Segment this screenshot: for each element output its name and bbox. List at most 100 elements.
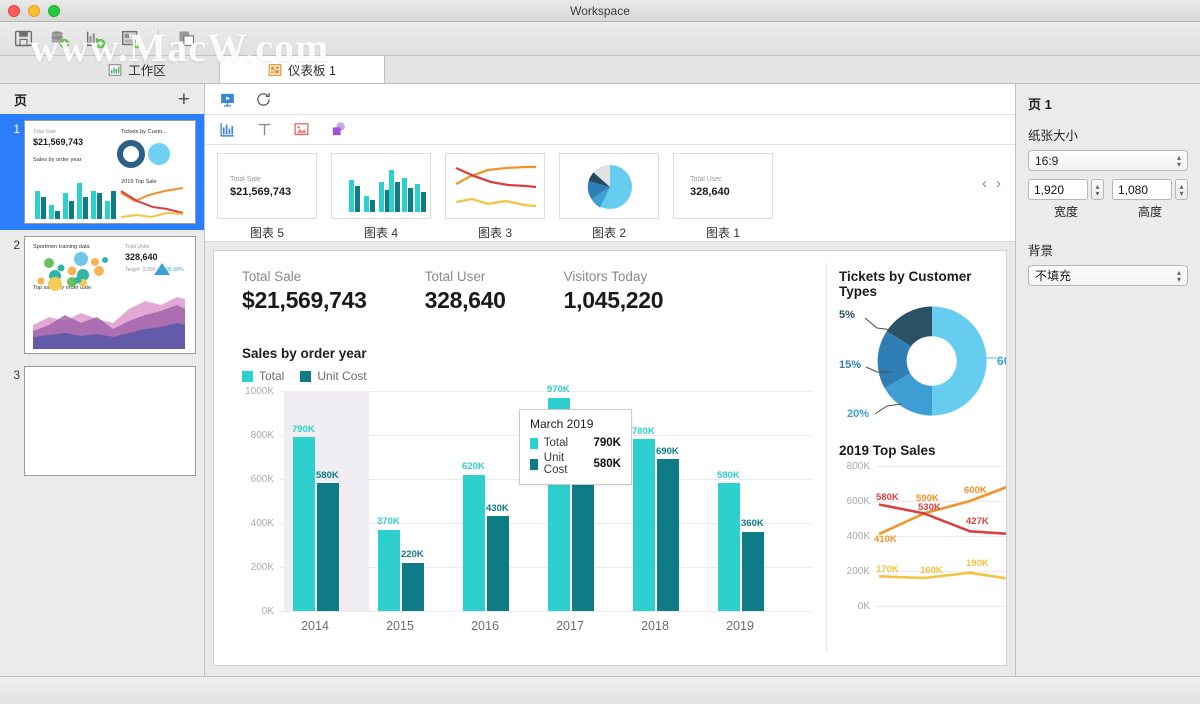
inspector-panel: 页 1 纸张大小 16:9 ▴▾ 1,920 ▴▾ 宽度 1,080 ▴▾ — [1015, 84, 1200, 676]
gallery-nav: ‹ › — [982, 175, 1001, 192]
line-label-yellow-3: 190K — [966, 558, 989, 569]
save-icon[interactable] — [10, 26, 36, 52]
dashboard-canvas[interactable]: Total Sale $21,569,743 Total User 328,64… — [213, 250, 1007, 666]
minimize-button[interactable] — [28, 5, 40, 17]
height-stepper-arrows[interactable]: ▴ ▾ — [1175, 179, 1188, 200]
bar-chart-legend: Total Unit Cost — [242, 369, 367, 383]
thumb-1-graphics — [35, 140, 184, 219]
add-page-button[interactable]: + — [178, 89, 190, 110]
kpi-total-user: Total User 328,640 — [425, 269, 506, 314]
gallery-next-button[interactable]: › — [996, 175, 1001, 192]
bar-unitcost-2018[interactable] — [657, 459, 679, 611]
height-input[interactable]: 1,080 — [1112, 179, 1172, 200]
chart-icon[interactable] — [217, 120, 237, 140]
maximize-button[interactable] — [48, 5, 60, 17]
gallery-card-chart-4[interactable]: 图表 4 — [331, 153, 431, 241]
tooltip-series-value: 790K — [593, 437, 622, 449]
tooltip-row-unit-cost: Unit Cost 580K — [530, 452, 621, 476]
page-item-1[interactable]: 1 Total Sale $21,569,743 Sales by order … — [0, 114, 204, 230]
tooltip-swatch — [530, 437, 538, 449]
bar-unitcost-2016[interactable] — [487, 516, 509, 611]
gallery-thumb-bar — [331, 153, 431, 219]
bar-total-2019[interactable] — [718, 483, 740, 611]
kpi-value: $21,569,743 — [242, 287, 367, 313]
status-bar — [0, 676, 1200, 704]
background-select[interactable]: 不填充 ▴ ▾ — [1028, 265, 1188, 286]
bar-unitcost-2017[interactable] — [572, 483, 594, 611]
background-label: 背景 — [1028, 244, 1054, 258]
legend-item-unit-cost: Unit Cost — [300, 369, 367, 383]
line-label-orange-1: 410K — [874, 534, 897, 545]
paper-size-label: 纸张大小 — [1028, 129, 1079, 143]
tooltip-series-name: Unit Cost — [543, 452, 568, 476]
tooltip-swatch — [530, 458, 538, 470]
duplicate-icon[interactable] — [173, 26, 199, 52]
legend-label: Total — [259, 369, 285, 383]
close-button[interactable] — [8, 5, 20, 17]
gallery-thumb-kpi-total-user: Total User 328,640 — [673, 153, 773, 219]
donut-leader-60pct — [975, 357, 997, 365]
chevron-updown-icon: ▴ ▾ — [1179, 181, 1184, 198]
y-tick: 600K — [250, 474, 274, 485]
application-window: Workspace www.MacW.com 工作区 仪表板 1 页 + 1 T… — [0, 0, 1200, 704]
tab-workspace[interactable]: 工作区 — [55, 56, 220, 83]
bar-total-2014[interactable] — [293, 437, 315, 611]
bar-unitcost-2014[interactable] — [317, 483, 339, 611]
gallery-prev-button[interactable]: ‹ — [982, 175, 987, 192]
x-tick: 2017 — [556, 619, 584, 633]
bar-chart-tooltip: March 2019 Total 790K Unit Cost 580K — [519, 409, 632, 485]
kpi-label: Total User — [424, 269, 486, 284]
legend-item-total: Total — [242, 369, 284, 383]
add-chart-icon[interactable] — [82, 26, 108, 52]
height-stepper: 1,080 ▴ ▾ — [1112, 179, 1188, 200]
present-icon[interactable] — [217, 89, 237, 109]
y-tick: 200K — [846, 566, 870, 577]
bar-label: 220K — [401, 549, 424, 560]
kpi-label: Visitors Today — [563, 269, 648, 284]
tab-dashboard-1[interactable]: 仪表板 1 — [220, 56, 385, 83]
page-item-2[interactable]: 2 Sportmen training data Total Units 328… — [0, 230, 204, 360]
gallery-card-chart-2[interactable]: 图表 2 — [559, 153, 659, 241]
width-input[interactable]: 1,920 — [1028, 179, 1088, 200]
gallery-kpi-value: 328,640 — [690, 186, 730, 198]
bar-total-2015[interactable] — [378, 529, 400, 611]
text-icon[interactable] — [254, 120, 274, 140]
gallery-card-chart-1[interactable]: Total User 328,640 图表 1 — [673, 153, 773, 241]
bar-label: 430K — [486, 503, 509, 514]
shape-icon[interactable] — [328, 120, 348, 140]
bar-unitcost-2015[interactable] — [402, 562, 424, 611]
width-stepper-arrows[interactable]: ▴ ▾ — [1091, 179, 1104, 200]
x-tick: 2014 — [301, 619, 329, 633]
y-tick: 400K — [250, 518, 274, 529]
chevron-updown-icon: ▴ ▾ — [1176, 267, 1181, 284]
page-item-3[interactable]: 3 — [0, 360, 204, 482]
donut-label-20pct: 20% — [847, 408, 870, 420]
bar-total-2018[interactable] — [633, 439, 655, 611]
y-tick: 800K — [250, 430, 274, 441]
bar-total-2016[interactable] — [463, 474, 485, 611]
kpi-row: Total Sale $21,569,743 Total User 328,64… — [242, 269, 664, 314]
bar-label: 970K — [547, 384, 570, 395]
kpi-value: 328,640 — [424, 287, 506, 313]
donut-leader-20pct — [874, 403, 902, 415]
gallery-card-chart-3[interactable]: 图表 3 — [445, 153, 545, 241]
gallery-card-chart-5[interactable]: Total Sale $21,569,743 图表 5 — [217, 153, 317, 241]
y-tick: 0K — [261, 606, 274, 617]
window-title: Workspace — [570, 3, 630, 18]
paper-size-select[interactable]: 16:9 ▴ ▾ — [1028, 150, 1188, 171]
thumb-2-graphics — [33, 252, 185, 349]
image-icon[interactable] — [291, 120, 311, 140]
legend-swatch — [300, 370, 312, 382]
page-number: 1 — [13, 122, 20, 136]
add-dashboard-icon[interactable] — [118, 26, 144, 52]
main-body: 页 + 1 Total Sale $21,569,743 Sales by or… — [0, 84, 1200, 676]
bar-label: 780K — [632, 426, 655, 437]
refresh-icon[interactable] — [253, 89, 273, 109]
tooltip-row-total: Total 790K — [530, 437, 621, 449]
main-toolbar: www.MacW.com — [0, 22, 1200, 70]
gallery-caption: 图表 5 — [249, 226, 284, 240]
add-data-icon[interactable] — [46, 26, 72, 52]
bar-unitcost-2019[interactable] — [742, 531, 764, 611]
line-label-yellow-2: 160K — [920, 565, 943, 576]
bar-label: 580K — [316, 470, 339, 481]
